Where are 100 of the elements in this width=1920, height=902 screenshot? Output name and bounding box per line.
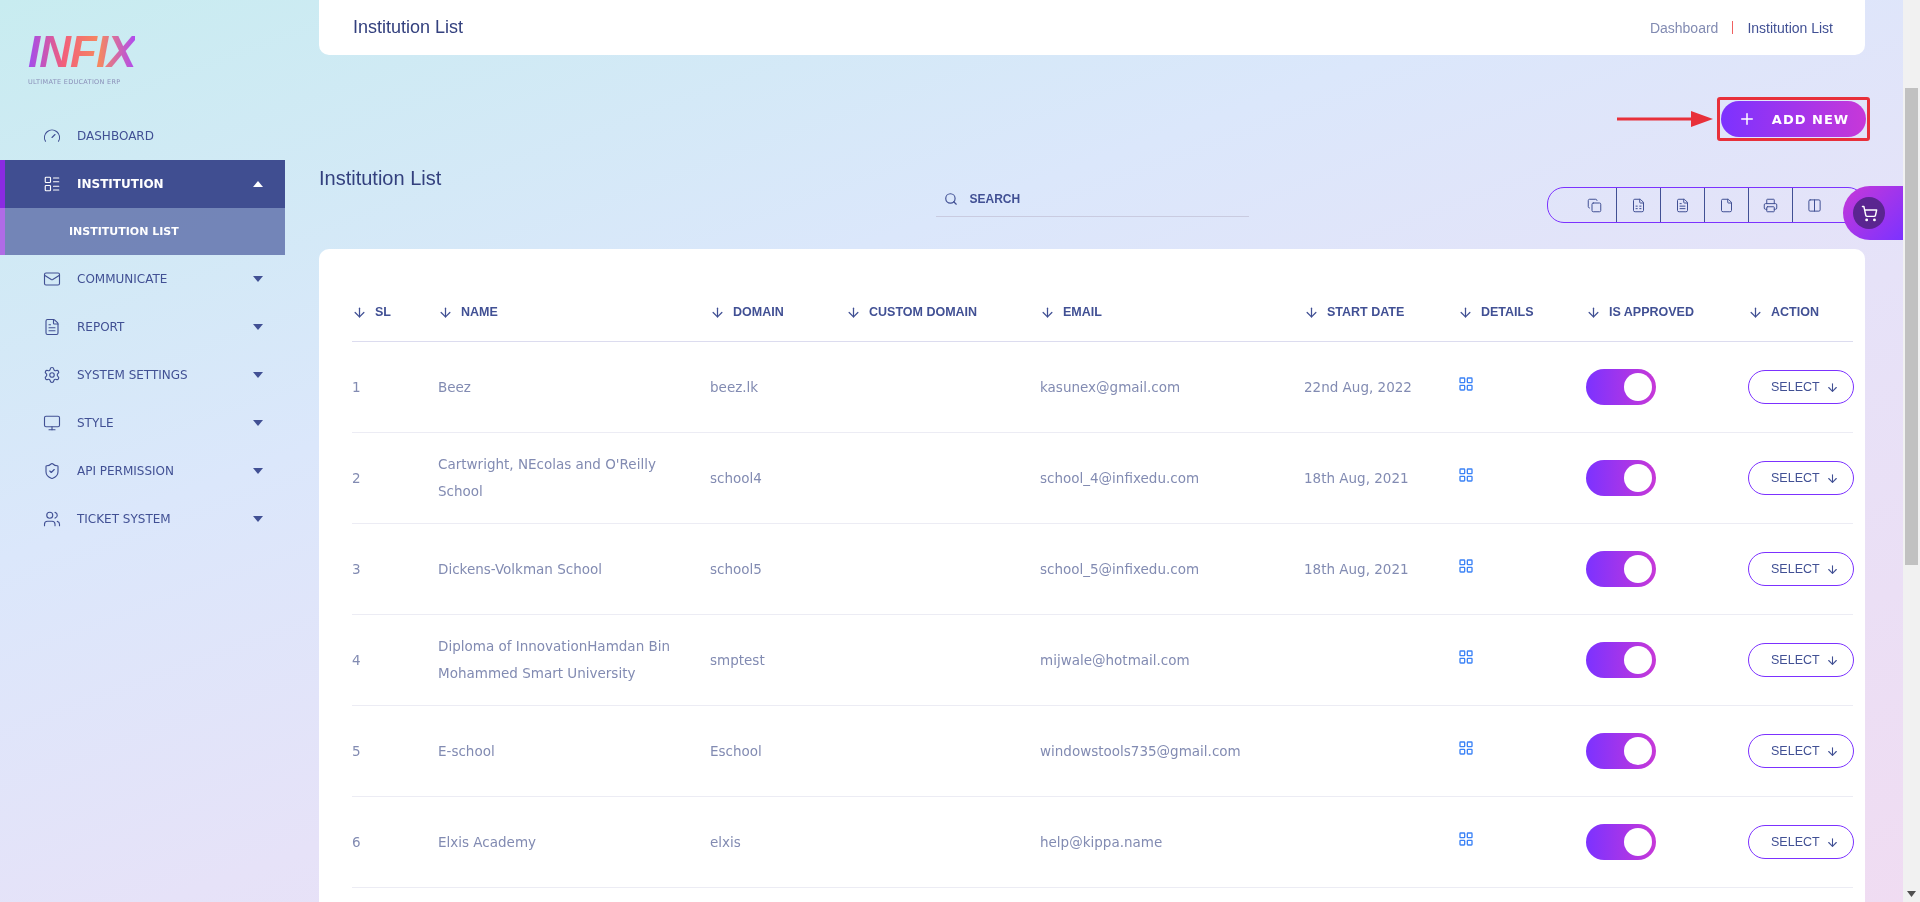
- document-icon: [1675, 197, 1690, 213]
- approval-toggle[interactable]: [1586, 642, 1656, 678]
- sort-icon[interactable]: [1458, 304, 1473, 320]
- caret-icon: [253, 420, 263, 426]
- select-button[interactable]: SELECT: [1748, 461, 1854, 495]
- sidebar-item[interactable]: STYLE: [0, 399, 285, 447]
- table-cell: Elxis Academy: [438, 796, 710, 888]
- sidebar-item[interactable]: INSTITUTION: [0, 160, 285, 208]
- table-cell: kasunex@gmail.com: [1040, 341, 1304, 433]
- sort-icon[interactable]: [438, 304, 453, 320]
- approval-toggle[interactable]: [1586, 824, 1656, 860]
- caret-icon: [253, 372, 263, 378]
- column-header[interactable]: DOMAIN: [733, 305, 784, 319]
- caret-icon: [253, 324, 263, 330]
- table-cell: school5: [710, 523, 846, 615]
- spreadsheet-icon: [1631, 197, 1646, 213]
- approval-toggle[interactable]: [1586, 369, 1656, 405]
- sidebar-item[interactable]: DASHBOARD: [0, 112, 285, 160]
- grid-icon[interactable]: [1458, 739, 1474, 756]
- column-header[interactable]: EMAIL: [1063, 305, 1102, 319]
- sort-icon[interactable]: [1040, 304, 1055, 320]
- breadcrumb-link[interactable]: Institution List: [1747, 19, 1833, 36]
- file-icon: [1719, 197, 1734, 213]
- table-cell: mijwale@hotmail.com: [1040, 614, 1304, 706]
- print-icon: [1763, 197, 1778, 213]
- select-button[interactable]: SELECT: [1748, 643, 1854, 677]
- approval-toggle[interactable]: [1586, 551, 1656, 587]
- page-title: Institution List: [353, 17, 464, 38]
- arrow-down-icon: [1825, 562, 1839, 576]
- grid-icon[interactable]: [1458, 830, 1474, 847]
- caret-icon: [253, 276, 263, 282]
- table-cell: school_4@infixedu.com: [1040, 432, 1304, 524]
- arrow-down-icon: [1825, 744, 1839, 758]
- table-cell: help@kippa.name: [1040, 796, 1304, 888]
- column-header[interactable]: SL: [375, 305, 391, 319]
- table-cell: 6: [352, 796, 438, 888]
- scrollbar-thumb[interactable]: [1905, 88, 1918, 565]
- arrow-down-icon: [1825, 380, 1839, 394]
- sidebar-subitem[interactable]: INSTITUTION LIST: [0, 208, 285, 255]
- column-header[interactable]: START DATE: [1327, 305, 1405, 319]
- sidebar-item[interactable]: API PERMISSION: [0, 447, 285, 495]
- arrow-down-icon: [1825, 835, 1839, 849]
- column-header[interactable]: DETAILS: [1481, 305, 1534, 319]
- column-header[interactable]: IS APPROVED: [1609, 305, 1694, 319]
- sort-icon[interactable]: [352, 304, 367, 320]
- table-cell: 22nd Aug, 2022: [1304, 341, 1458, 433]
- sidebar-item[interactable]: COMMUNICATE: [0, 255, 285, 303]
- grid-icon[interactable]: [1458, 375, 1474, 392]
- sort-icon[interactable]: [1304, 304, 1319, 320]
- table-cell: Cartwright, NEcolas and O'Reilly School: [438, 432, 710, 524]
- search-icon: [943, 192, 958, 206]
- sort-icon[interactable]: [1586, 304, 1601, 320]
- cart-icon: [1860, 204, 1878, 222]
- section-title: Institution List: [319, 167, 443, 190]
- table-cell: school_5@infixedu.com: [1040, 523, 1304, 615]
- table-cell: 1: [352, 341, 438, 433]
- sidebar-item[interactable]: SYSTEM SETTINGS: [0, 351, 285, 399]
- arrow-down-icon: [1825, 471, 1839, 485]
- table-cell: 2: [352, 432, 438, 524]
- sort-icon[interactable]: [710, 304, 725, 320]
- arrow-down-icon: [1825, 653, 1839, 667]
- table-cell: 18th Aug, 2021: [1304, 432, 1458, 524]
- sort-icon[interactable]: [1748, 304, 1763, 320]
- sidebar-item[interactable]: REPORT: [0, 303, 285, 351]
- table-cell: elxis: [710, 796, 846, 888]
- columns-icon: [1807, 197, 1822, 213]
- cart-button[interactable]: [1843, 186, 1903, 240]
- add-new-button[interactable]: ADD NEW: [1721, 101, 1866, 137]
- table-cell: 3: [352, 523, 438, 615]
- table-cell: 18th Aug, 2021: [1304, 523, 1458, 615]
- approval-toggle[interactable]: [1586, 733, 1656, 769]
- column-header[interactable]: NAME: [461, 305, 498, 319]
- scrollbar[interactable]: [1903, 0, 1920, 902]
- caret-icon: [253, 468, 263, 474]
- table-cell: Dickens-Volkman School: [438, 523, 710, 615]
- copy-icon: [1586, 197, 1602, 213]
- sidebar-item[interactable]: TICKET SYSTEM: [0, 495, 285, 543]
- select-button[interactable]: SELECT: [1748, 552, 1854, 586]
- column-header[interactable]: CUSTOM DOMAIN: [869, 305, 978, 319]
- column-header[interactable]: ACTION: [1771, 305, 1819, 319]
- select-button[interactable]: SELECT: [1748, 370, 1854, 404]
- table-cell: beez.lk: [710, 341, 846, 433]
- table-cell: Eschool: [710, 705, 846, 797]
- caret-icon: [253, 181, 263, 187]
- grid-icon[interactable]: [1458, 557, 1474, 574]
- table-cell: 4: [352, 614, 438, 706]
- caret-icon: [253, 516, 263, 522]
- table-cell: windowstools735@gmail.com: [1040, 705, 1304, 797]
- select-button[interactable]: SELECT: [1748, 734, 1854, 768]
- grid-icon[interactable]: [1458, 466, 1474, 483]
- table-cell: Beez: [438, 341, 710, 433]
- table-cell: smptest: [710, 614, 846, 706]
- table-cell: 5: [352, 705, 438, 797]
- search-field[interactable]: SEARCH: [935, 181, 1249, 217]
- scroll-down-icon[interactable]: [1907, 891, 1916, 897]
- approval-toggle[interactable]: [1586, 460, 1656, 496]
- sort-icon[interactable]: [846, 304, 861, 320]
- table-cell: Diploma of InnovationHamdan Bin Mohammed Smart University: [438, 614, 710, 706]
- grid-icon[interactable]: [1458, 648, 1474, 665]
- select-button[interactable]: SELECT: [1748, 825, 1854, 859]
